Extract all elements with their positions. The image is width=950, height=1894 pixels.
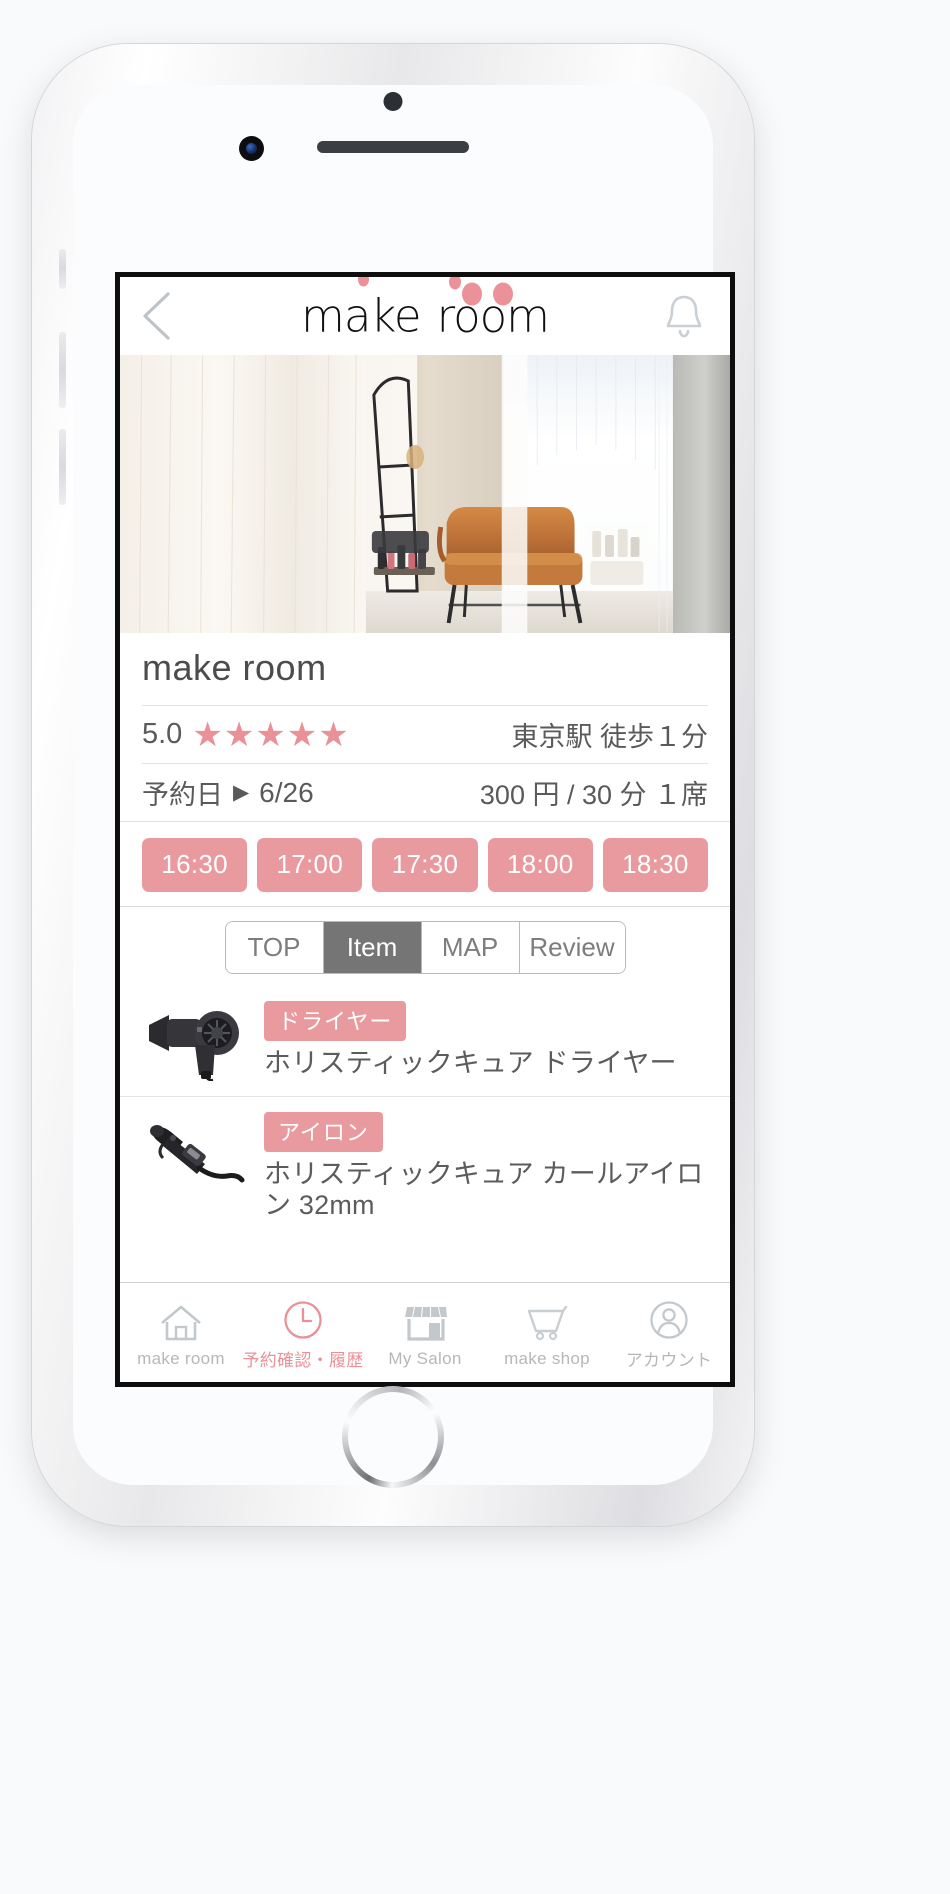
list-item[interactable]: アイロン ホリスティックキュア カールアイロン 32mm [120, 1096, 730, 1235]
star-rating: ★ ★ ★ ★ ★ [192, 718, 348, 752]
home-icon [158, 1301, 204, 1345]
bottom-navigation: make room 予約確認・履歴 My Salon make shop アカウ… [120, 1282, 730, 1382]
play-arrow-icon: ▶ [233, 781, 250, 804]
salon-interior-photo [120, 355, 730, 633]
time-slot-list: 16:30 17:00 17:30 18:00 18:30 [120, 821, 730, 906]
home-button[interactable] [342, 1386, 444, 1488]
salon-name: make room [142, 647, 327, 688]
nav-label: My Salon [388, 1348, 462, 1368]
product-details: アイロン ホリスティックキュア カールアイロン 32mm [264, 1110, 708, 1222]
salon-price: 300 円 / 30 分 １席 [479, 780, 708, 810]
time-slot-button[interactable]: 18:30 [602, 838, 709, 892]
proximity-sensor-icon [383, 92, 403, 111]
product-category-badge: ドライヤー [264, 1001, 407, 1041]
nav-item-account[interactable]: アカウント [608, 1283, 730, 1382]
phone-device-frame: make room make room 5.0 ★ ★ ★ ★ ★ 東京駅 徒歩… [32, 44, 754, 1526]
list-item[interactable]: ドライヤー ホリスティックキュア ドライヤー [120, 986, 730, 1096]
nav-label: アカウント [625, 1351, 713, 1370]
product-category-badge: アイロン [264, 1112, 383, 1152]
earpiece-speaker [317, 141, 469, 153]
app-header: make room [120, 277, 730, 355]
salon-access: 東京駅 徒歩１分 [511, 722, 708, 752]
star-icon: ★ [192, 715, 223, 754]
salon-info-section: make room 5.0 ★ ★ ★ ★ ★ 東京駅 徒歩１分 予約日 ▶ 6… [120, 633, 730, 821]
tab-map[interactable]: MAP [421, 922, 520, 973]
nav-label: make room [137, 1348, 225, 1368]
logo-dot-r [448, 277, 461, 290]
clock-icon [282, 1298, 324, 1342]
storefront-icon [402, 1301, 448, 1345]
tab-bar-container: TOP Item MAP Review [120, 906, 730, 986]
curling-iron-icon [150, 1125, 245, 1183]
back-button[interactable] [120, 277, 192, 355]
rating-score: 5.0 [142, 718, 183, 750]
nav-item-reservations[interactable]: 予約確認・履歴 [242, 1283, 364, 1382]
rating-access-row: 5.0 ★ ★ ★ ★ ★ 東京駅 徒歩１分 [142, 705, 708, 763]
volume-down-button[interactable] [59, 429, 66, 505]
product-name: ホリスティックキュア ドライヤー [264, 1048, 677, 1078]
logo-dot-o1 [461, 282, 482, 306]
salon-photo-illustration [120, 355, 730, 633]
hair-dryer-icon [149, 1011, 239, 1081]
tab-bar: TOP Item MAP Review [224, 921, 626, 974]
nav-label: 予約確認・履歴 [242, 1351, 364, 1370]
time-slot-button[interactable]: 16:30 [142, 838, 248, 892]
booking-date-label: 予約日 [142, 780, 223, 810]
star-icon: ★ [318, 715, 349, 754]
bell-icon [666, 295, 702, 338]
product-name: ホリスティックキュア カールアイロン 32mm [264, 1159, 704, 1221]
star-icon: ★ [286, 715, 318, 754]
time-slot-button[interactable]: 17:00 [257, 838, 363, 892]
product-list: ドライヤー ホリスティックキュア ドライヤー アイロン ホリスティックキュア カ… [120, 986, 730, 1282]
logo-dot-o2 [492, 282, 513, 306]
booking-date-group[interactable]: 予約日 ▶ 6/26 [142, 773, 314, 812]
home-button-inner [348, 1392, 438, 1482]
phone-screen: make room make room 5.0 ★ ★ ★ ★ ★ 東京駅 徒歩… [115, 272, 735, 1387]
tab-item[interactable]: Item [323, 922, 422, 973]
time-slot-button[interactable]: 18:00 [487, 838, 593, 892]
nav-item-make-shop[interactable]: make shop [486, 1283, 608, 1382]
logo-text-make: make [301, 289, 422, 343]
tab-top[interactable]: TOP [225, 922, 324, 973]
star-icon: ★ [255, 715, 286, 754]
rating-group: 5.0 ★ ★ ★ ★ ★ [142, 718, 349, 752]
product-thumbnail [140, 1110, 258, 1194]
booking-price-row: 予約日 ▶ 6/26 300 円 / 30 分 １席 [142, 763, 708, 821]
volume-up-button[interactable] [59, 332, 66, 408]
nav-item-make-room[interactable]: make room [120, 1283, 242, 1382]
silent-switch[interactable] [59, 249, 66, 289]
product-thumbnail [140, 999, 258, 1083]
tab-review[interactable]: Review [519, 922, 625, 973]
front-camera-icon [239, 136, 264, 161]
notification-bell-button[interactable] [656, 288, 712, 344]
star-icon: ★ [223, 715, 255, 754]
cart-icon [523, 1301, 571, 1345]
booking-date-value: 6/26 [259, 776, 314, 808]
chevron-left-icon [143, 292, 170, 340]
nav-item-my-salon[interactable]: My Salon [364, 1283, 486, 1382]
nav-label: make shop [504, 1348, 590, 1368]
account-icon [648, 1298, 690, 1342]
product-details: ドライヤー ホリスティックキュア ドライヤー [264, 999, 708, 1079]
time-slot-button[interactable]: 17:30 [372, 838, 478, 892]
logo-dot-k [358, 277, 370, 287]
app-logo: make room [301, 277, 550, 343]
